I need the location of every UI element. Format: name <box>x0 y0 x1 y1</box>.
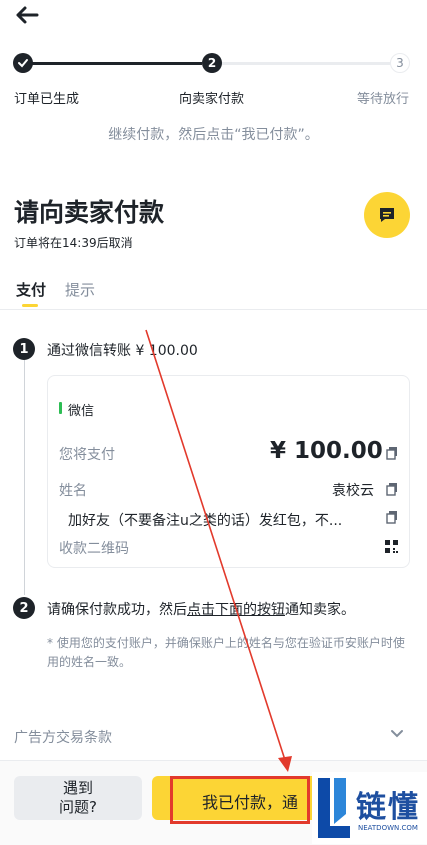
watermark: 链懂 NEATDOWN.COM <box>312 772 427 844</box>
watermark-brand: 链懂 <box>356 790 420 825</box>
watermark-domain: NEATDOWN.COM <box>358 824 418 832</box>
watermark-logo-icon <box>318 778 350 838</box>
annotation-arrow <box>145 329 292 772</box>
